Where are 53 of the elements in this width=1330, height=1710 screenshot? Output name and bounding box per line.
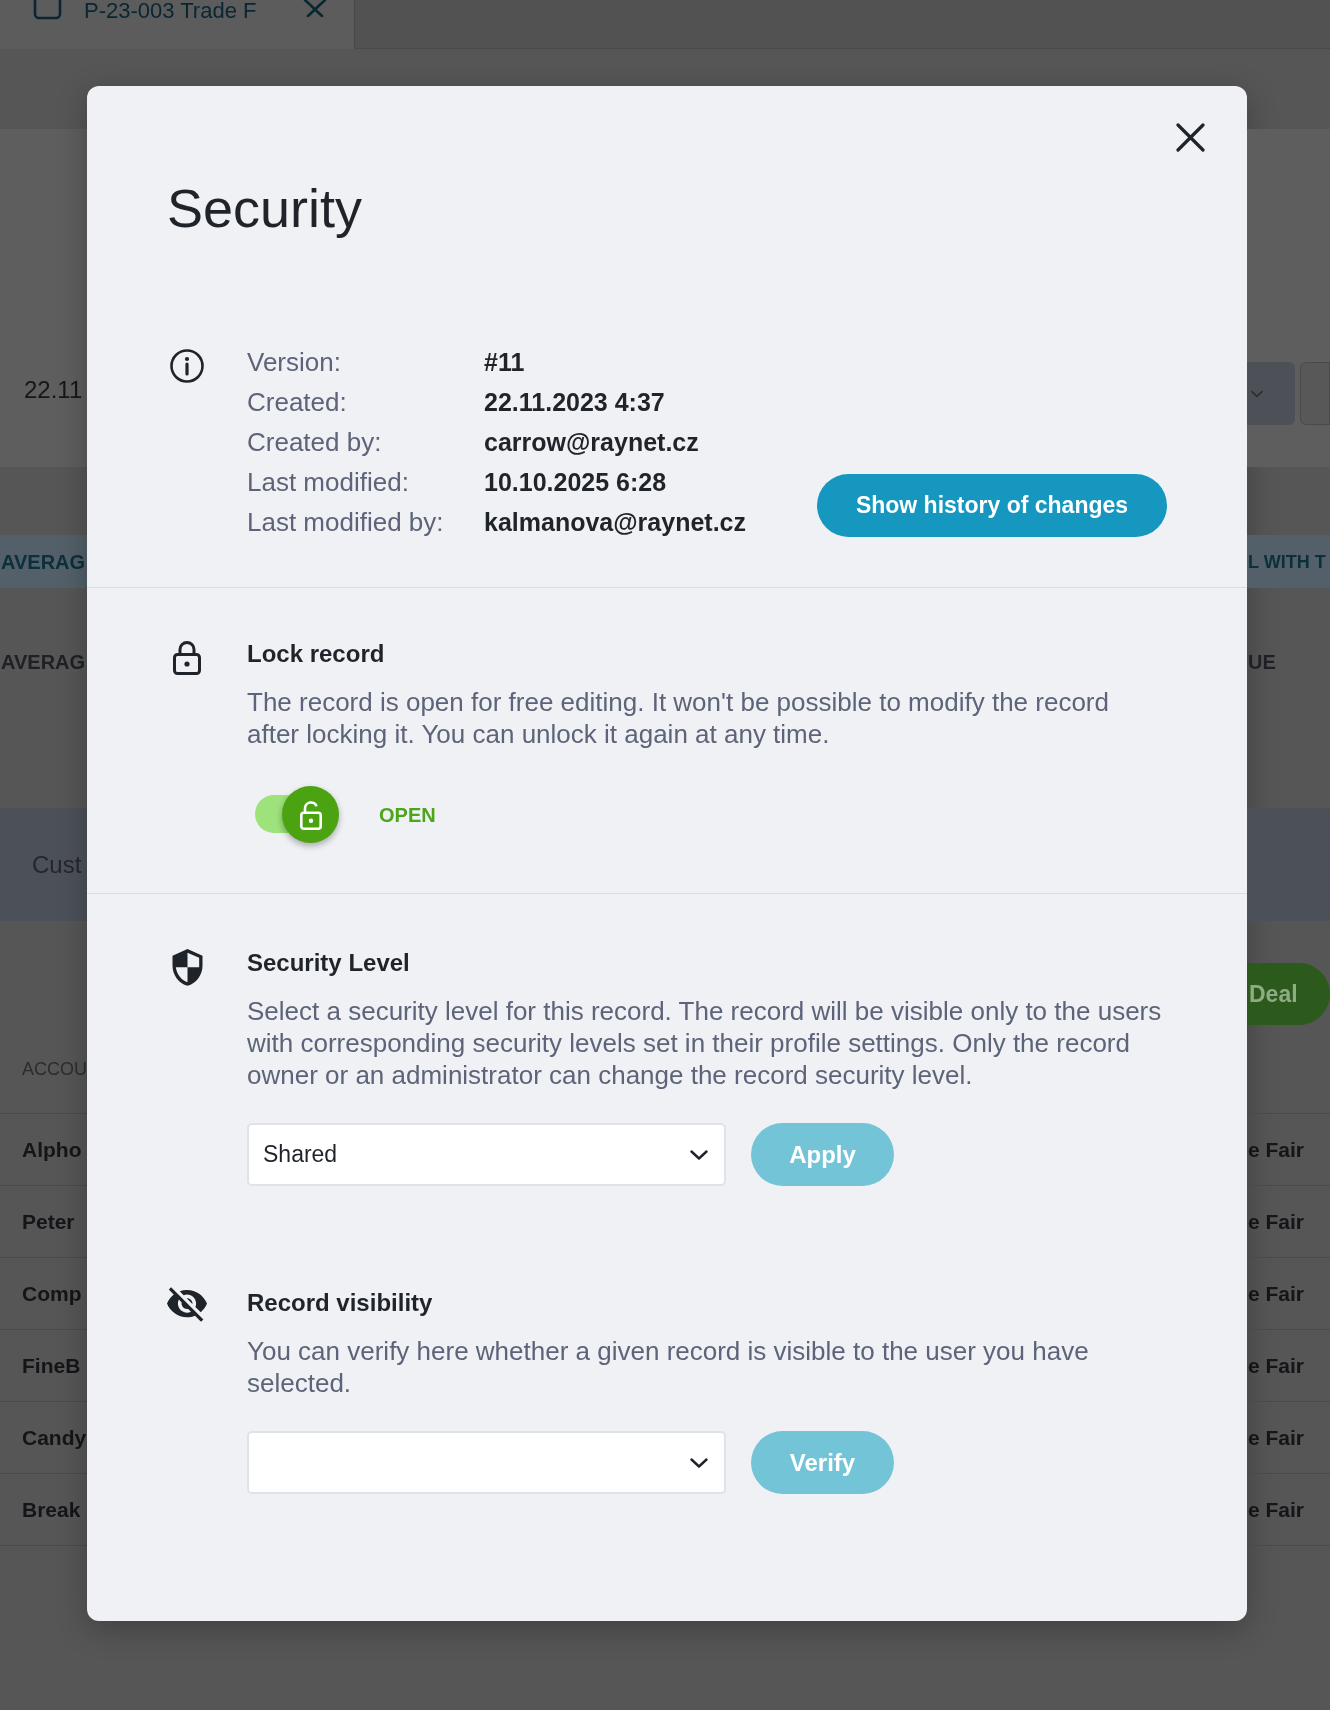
table-cell: Break [22, 1496, 81, 1523]
table-cell: Peter [22, 1208, 75, 1235]
section-title: Security Level [247, 948, 410, 978]
table-cell: e Fair [1248, 1352, 1305, 1379]
info-value: kalmanova@raynet.cz [484, 507, 746, 538]
chevron-down-icon [690, 1149, 708, 1160]
eye-off-icon [167, 1287, 207, 1322]
close-icon [303, 0, 327, 17]
table-cell: Candy [22, 1424, 87, 1451]
section-title: Lock record [247, 639, 385, 669]
close-button[interactable] [1176, 123, 1205, 152]
info-label: Last modified by: [247, 506, 444, 539]
info-label: Last modified: [247, 466, 409, 499]
history-button[interactable]: Show history of changes [817, 474, 1167, 537]
section-description: The record is open for free editing. It won't be possible to modify the record after locking it. You can unlock it again at any time. [247, 686, 1110, 750]
section-description: You can verify here whether a given record is visible to the user you have selected. [247, 1335, 1090, 1399]
date-field: 22.11 [24, 376, 83, 404]
table-cell: e Fair [1248, 1496, 1305, 1523]
info-label: Created: [247, 386, 347, 419]
table-cell: e Fair [1248, 1136, 1305, 1163]
shield-icon [171, 949, 203, 986]
lock-status: OPEN [379, 802, 436, 827]
info-label: Created by: [247, 426, 382, 459]
unlocked-padlock-icon [298, 799, 323, 830]
chevron-down-icon [1251, 389, 1263, 398]
info-value: #11 [484, 347, 525, 378]
section-title: Record visibility [247, 1288, 433, 1318]
summary-label: AVERAG [1, 650, 86, 674]
padlock-icon [172, 640, 202, 675]
dropdown-button[interactable] [1247, 362, 1295, 425]
info-icon [170, 349, 204, 383]
security-level-select[interactable]: Shared [247, 1123, 726, 1186]
info-value: carrow@raynet.cz [484, 427, 699, 458]
table-cell: e Fair [1248, 1424, 1305, 1451]
close-icon [1176, 123, 1205, 152]
checkbox-icon [33, 0, 62, 20]
dialog-title: Security [167, 177, 363, 240]
table-cell: FineB [22, 1352, 81, 1379]
table-cell: Comp [22, 1280, 82, 1307]
table-cell: e Fair [1248, 1208, 1305, 1235]
user-select[interactable] [247, 1431, 726, 1494]
info-value: 22.11.2023 4:37 [484, 387, 665, 418]
column-header: AVERAG [1, 549, 86, 574]
deal-button[interactable]: Deal [1247, 963, 1330, 1025]
table-cell: e Fair [1248, 1280, 1305, 1307]
section-description: Select a security level for this record. The record will be visible only to the users with corresponding security levels set in their profile settings. Only the record owner or an administrator can change the record security level. [247, 995, 1163, 1091]
lock-toggle[interactable] [255, 786, 339, 843]
info-value: 10.10.2025 6:28 [484, 467, 667, 498]
chevron-down-icon [690, 1457, 708, 1468]
info-label: Version: [247, 346, 341, 379]
tab[interactable]: P-23-003 Trade F [0, 0, 354, 49]
column-header: L WITH T [1248, 550, 1326, 574]
table-cell: Alpho [22, 1136, 82, 1163]
